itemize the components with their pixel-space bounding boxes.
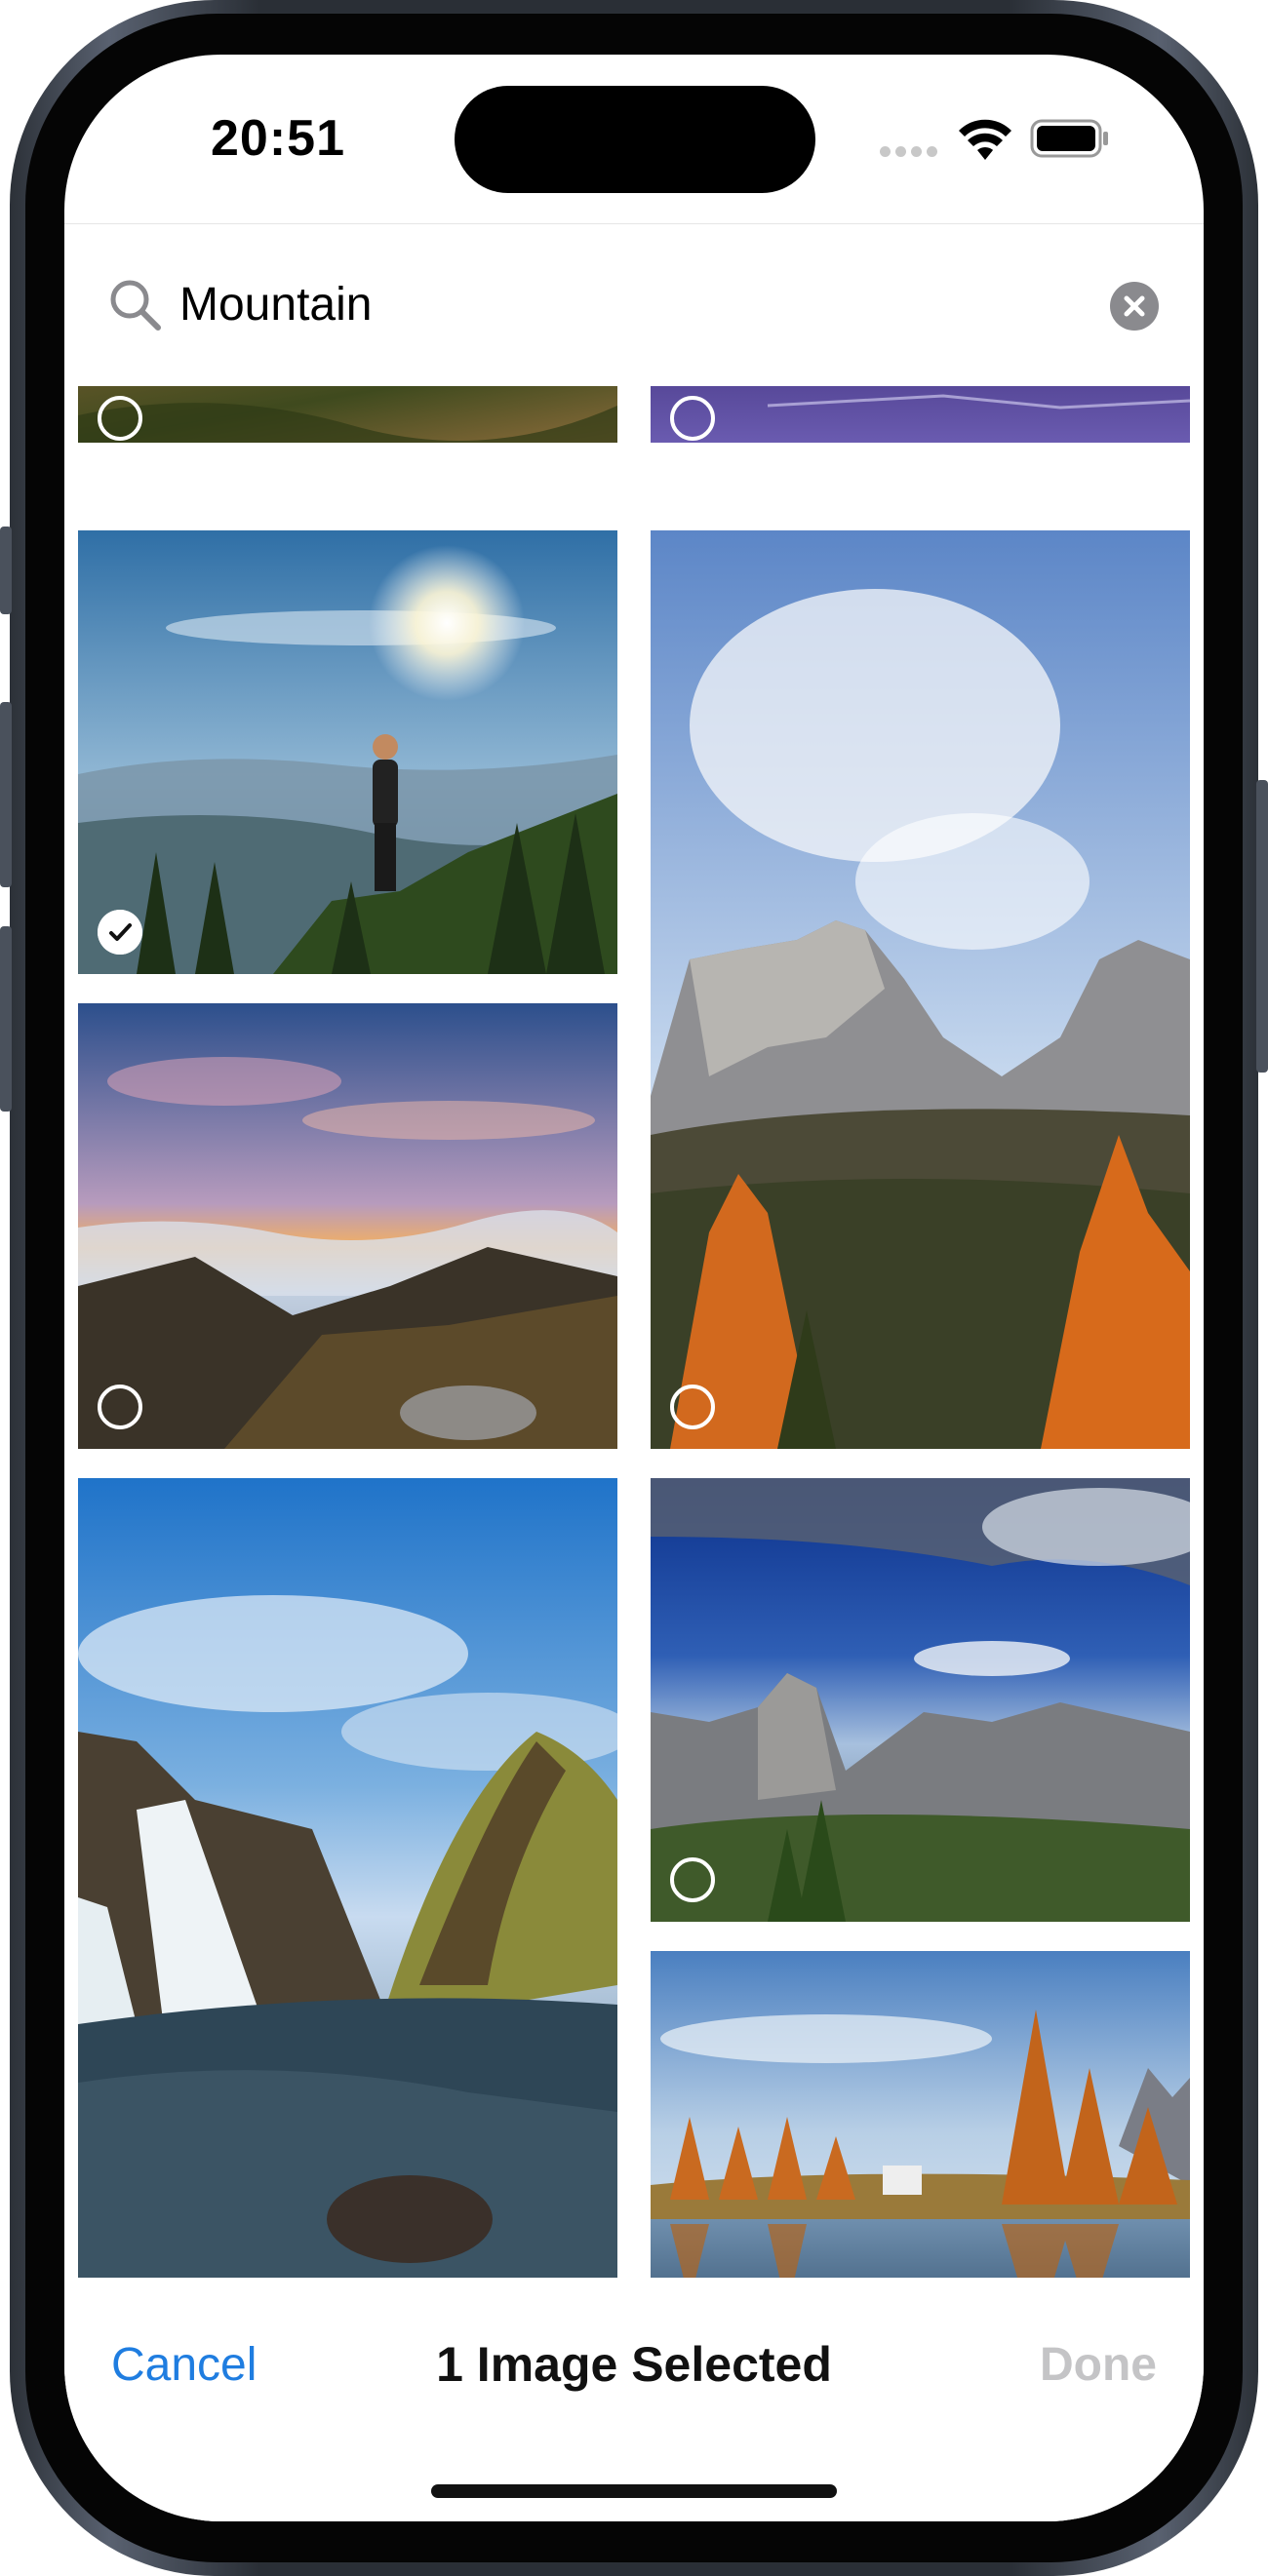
status-time: 20:51 (211, 110, 345, 167)
photo-tile[interactable] (78, 386, 617, 443)
selection-circle[interactable] (670, 1385, 715, 1429)
photo-tile[interactable] (78, 530, 617, 974)
clear-search-icon[interactable] (1110, 282, 1159, 331)
dolomites-autumn-photo (651, 530, 1190, 1449)
snow-dusk-photo (651, 386, 1190, 443)
forest-photo (78, 386, 617, 443)
screen: 20:51 Mountain Cancel 1 Image Selected D… (64, 55, 1204, 2521)
phone-frame: 20:51 Mountain Cancel 1 Image Selected D… (0, 0, 1268, 2576)
done-button[interactable]: Done (1001, 2338, 1157, 2397)
selected-checkmark[interactable] (98, 910, 142, 955)
selection-count-title: 1 Image Selected (436, 2337, 832, 2392)
photo-tile[interactable] (651, 530, 1190, 1449)
wifi-icon (959, 119, 1011, 160)
waterfall-hill-photo (78, 1478, 617, 2278)
valley-half-dome-photo (651, 1478, 1190, 1922)
search-bar[interactable] (64, 223, 1204, 386)
status-bar: 20:51 (64, 55, 1204, 220)
photo-tile[interactable] (651, 1951, 1190, 2278)
photo-tile[interactable] (651, 1478, 1190, 1922)
cellular-signal-icon (880, 146, 938, 160)
dynamic-island (455, 86, 815, 193)
search-icon (110, 280, 161, 331)
lake-autumn-trees-photo (651, 1951, 1190, 2278)
selection-circle[interactable] (98, 396, 142, 441)
photo-grid[interactable] (64, 386, 1204, 2278)
selection-circle[interactable] (670, 396, 715, 441)
selection-circle[interactable] (98, 1385, 142, 1429)
photo-tile[interactable] (78, 1478, 617, 2278)
home-indicator[interactable] (431, 2484, 837, 2498)
battery-icon (1030, 119, 1108, 158)
selection-circle[interactable] (670, 1857, 715, 1902)
action-button (0, 527, 12, 614)
bottom-toolbar: Cancel 1 Image Selected Done (64, 2278, 1204, 2521)
search-input[interactable] (179, 275, 765, 333)
sunset-clouds-photo (78, 1003, 617, 1449)
photo-tile[interactable] (78, 1003, 617, 1449)
volume-down-button (0, 926, 12, 1112)
cancel-button[interactable]: Cancel (111, 2338, 306, 2397)
power-button (1256, 780, 1268, 1073)
checkmark-icon (98, 910, 142, 955)
hiker-sun-photo (78, 530, 617, 974)
photo-tile[interactable] (651, 386, 1190, 443)
volume-up-button (0, 702, 12, 887)
